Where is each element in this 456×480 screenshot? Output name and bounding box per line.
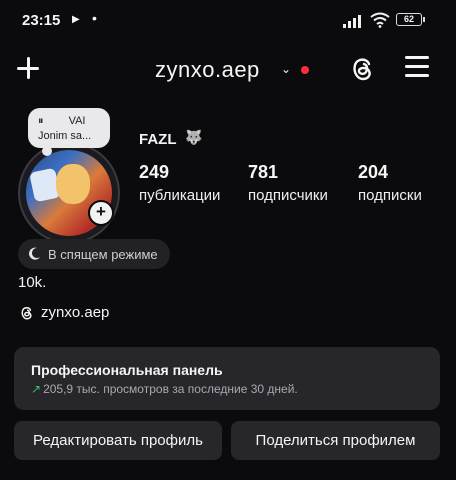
note-music-artist: Jonim sa... xyxy=(38,130,92,142)
note-bubble-tail xyxy=(42,146,52,156)
stat-followers[interactable]: 781 подписчики xyxy=(248,162,328,204)
pro-panel-title: Профессиональная панель xyxy=(31,362,223,378)
profile-note-bubble[interactable]: ⏸ VAI Jonim sa... xyxy=(28,108,110,148)
share-profile-button[interactable]: Поделиться профилем xyxy=(231,421,440,460)
pro-panel-subtitle: ↗ 205,9 тыс. просмотров за последние 30 д… xyxy=(31,382,298,396)
menu-icon[interactable] xyxy=(405,56,429,78)
stat-followers-value: 781 xyxy=(248,162,279,182)
bio-text: 10k. xyxy=(18,274,47,291)
threads-profile-link[interactable]: zynxo.aep xyxy=(18,304,109,321)
stat-followers-label: подписчики xyxy=(248,187,328,204)
unread-notification-dot xyxy=(301,66,309,74)
pause-icon: ⏸ xyxy=(38,115,44,127)
professional-dashboard-card[interactable]: Профессиональная панель ↗ 205,9 тыс. прос… xyxy=(14,347,440,410)
signal-icon xyxy=(343,14,365,28)
status-bar: 23:15 ▶ • 62 xyxy=(0,0,456,40)
stat-posts-value: 249 xyxy=(139,162,170,182)
battery-indicator: 62 xyxy=(396,13,425,26)
notification-dot-icon: • xyxy=(92,10,97,26)
add-story-icon[interactable]: + xyxy=(88,200,114,226)
wolf-emoji-icon: 🐺 xyxy=(185,129,203,145)
create-post-plus-icon[interactable] xyxy=(14,54,42,82)
stat-following[interactable]: 204 подписки xyxy=(358,162,422,204)
threads-handle: zynxo.aep xyxy=(41,304,110,321)
chevron-down-icon[interactable]: ⌄ xyxy=(281,62,291,76)
stat-posts[interactable]: 249 публикации xyxy=(139,162,220,204)
note-music-title: VAI xyxy=(68,115,86,127)
threads-small-icon xyxy=(21,307,32,320)
wifi-icon xyxy=(370,12,390,28)
note-line-1: ⏸ VAI xyxy=(38,115,85,128)
stat-following-label: подписки xyxy=(358,187,422,204)
status-time: 23:15 xyxy=(22,12,61,29)
display-name: FAZL xyxy=(139,131,177,148)
moon-icon xyxy=(29,247,40,260)
edit-profile-button[interactable]: Редактировать профиль xyxy=(14,421,222,460)
stat-posts-label: публикации xyxy=(139,187,221,204)
threads-icon[interactable] xyxy=(347,53,377,83)
stat-following-value: 204 xyxy=(358,162,389,182)
profile-header: zynxo.aep ⌄ xyxy=(0,48,456,92)
sleep-mode-pill[interactable]: В спящем режиме xyxy=(18,239,170,269)
sleep-mode-label: В спящем режиме xyxy=(48,246,158,262)
trend-up-arrow-icon: ↗ xyxy=(31,382,42,396)
account-switcher-username[interactable]: zynxo.aep xyxy=(155,57,260,83)
media-playing-icon: ▶ xyxy=(72,14,80,25)
pro-panel-subtitle-text: 205,9 тыс. просмотров за последние 30 дн… xyxy=(43,382,298,396)
